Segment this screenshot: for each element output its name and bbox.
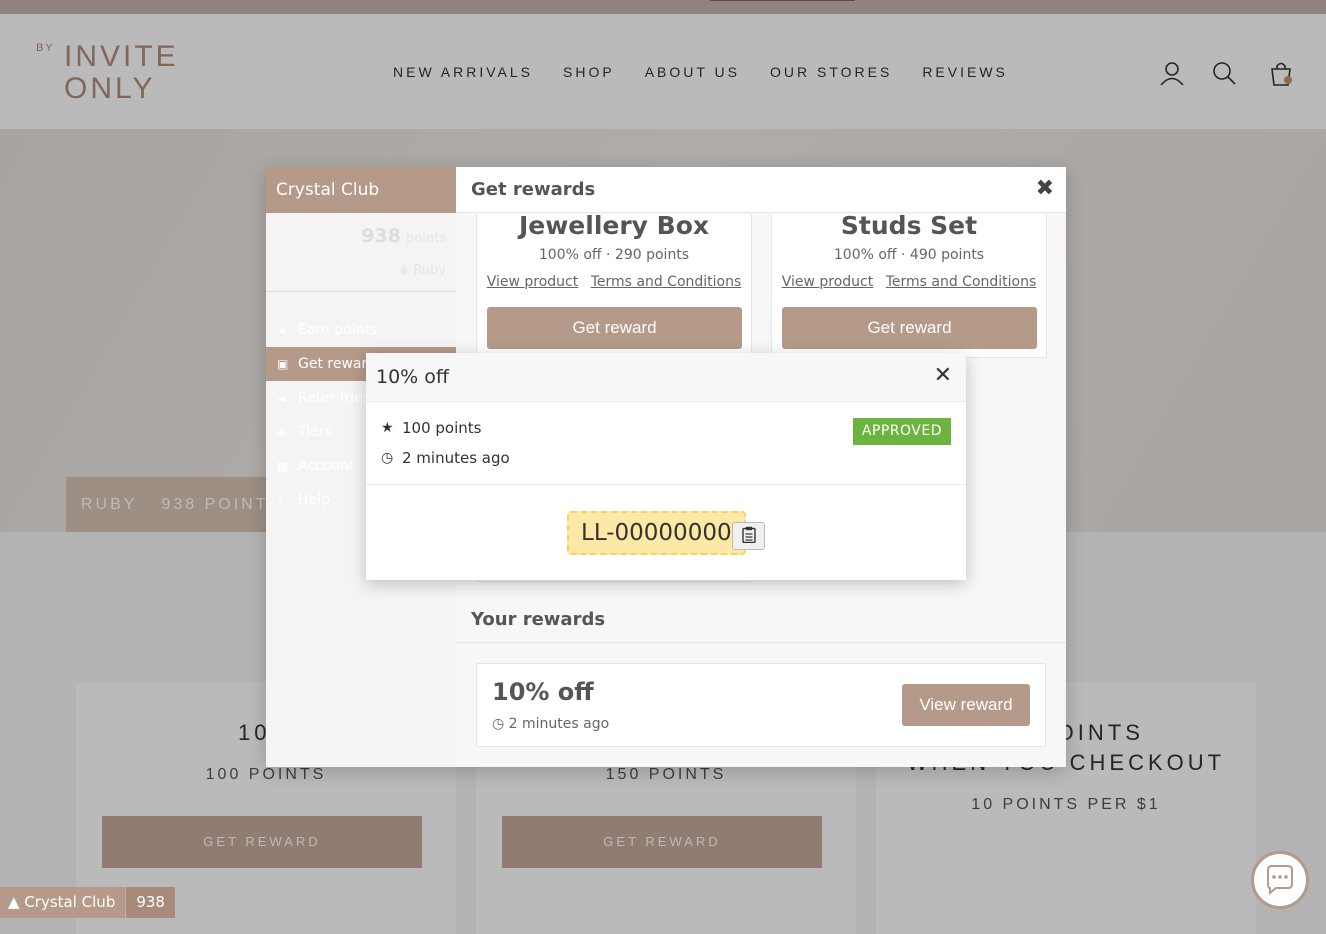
terms-link[interactable]: Terms and Conditions xyxy=(591,274,742,290)
chat-button[interactable] xyxy=(1251,851,1309,909)
close-icon[interactable]: ✖ xyxy=(1036,176,1054,201)
main-title: Get rewards xyxy=(471,179,596,200)
popup-title: 10% off xyxy=(376,366,449,388)
chevron-up-icon: ▲ xyxy=(8,893,20,911)
menu-label: Help xyxy=(298,492,330,508)
terms-link[interactable]: Terms and Conditions xyxy=(886,274,1037,290)
view-product-link[interactable]: View product xyxy=(782,274,874,290)
popup-time: 2 minutes ago xyxy=(402,449,510,467)
reward-title: Studs Set xyxy=(840,211,978,240)
menu-label: Tiers xyxy=(298,424,332,440)
reward-links: View product Terms and Conditions xyxy=(477,274,751,290)
discount-code[interactable]: LL-00000000 xyxy=(567,511,746,555)
clock-icon: ◷ xyxy=(381,450,394,466)
menu-label: Account xyxy=(298,458,355,474)
reward-detail-popup: 10% off ✕ ★ 100 points ◷ 2 minutes ago A… xyxy=(366,353,966,580)
menu-earn-points[interactable]: ★ Earn points xyxy=(266,313,456,347)
launcher-label: ▲ Crystal Club xyxy=(0,887,125,918)
get-reward-button[interactable]: Get reward xyxy=(782,307,1037,349)
points-value: 938 xyxy=(361,225,401,247)
clipboard-icon xyxy=(741,526,756,544)
your-reward-time: ◷ 2 minutes ago xyxy=(492,716,609,732)
menu-label: Earn points xyxy=(298,322,378,338)
reward-title: Jewellery Box xyxy=(518,211,710,240)
launcher-points: 938 xyxy=(125,887,175,918)
sidebar-divider xyxy=(266,291,456,292)
layers-icon: ◈ xyxy=(277,425,287,439)
megaphone-icon: ◄ xyxy=(277,391,287,405)
reward-meta: 100% off · 290 points xyxy=(538,247,690,263)
question-icon: ? xyxy=(277,493,284,507)
popup-divider xyxy=(366,484,966,485)
loyalty-launcher[interactable]: ▲ Crystal Club 938 xyxy=(0,887,175,918)
popup-points-row: ★ 100 points xyxy=(381,419,481,437)
reward-links: View product Terms and Conditions xyxy=(772,274,1046,290)
star-icon: ★ xyxy=(381,420,394,436)
launcher-text: Crystal Club xyxy=(24,893,116,911)
your-reward-title: 10% off xyxy=(492,678,594,706)
widget-tier: ◈ Ruby xyxy=(399,263,446,278)
briefcase-icon: ▩ xyxy=(277,459,289,473)
popup-points: 100 points xyxy=(402,419,482,437)
copy-code-button[interactable] xyxy=(732,522,765,550)
widget-points-balance: 938 points xyxy=(361,225,446,247)
time-text: 2 minutes ago xyxy=(508,716,610,732)
tier-name: Ruby xyxy=(413,263,446,278)
reward-meta: 100% off · 490 points xyxy=(833,247,985,263)
points-unit: points xyxy=(406,231,446,246)
your-rewards-title: Your rewards xyxy=(471,609,606,630)
widget-brand: Crystal Club xyxy=(266,167,456,213)
layers-icon: ◈ xyxy=(399,263,410,278)
your-reward-card: 10% off ◷ 2 minutes ago View reward xyxy=(476,663,1046,747)
reward-card: Studs Set 100% off · 490 points View pro… xyxy=(771,211,1047,358)
status-badge: APPROVED xyxy=(852,418,951,445)
view-product-link[interactable]: View product xyxy=(487,274,579,290)
reward-card: Jewellery Box 100% off · 290 points View… xyxy=(476,211,752,358)
popup-time-row: ◷ 2 minutes ago xyxy=(381,449,510,467)
gift-icon: ▣ xyxy=(277,357,289,371)
view-reward-button[interactable]: View reward xyxy=(902,684,1030,726)
star-icon: ★ xyxy=(277,323,288,337)
section-divider xyxy=(456,642,1066,643)
get-reward-button[interactable]: Get reward xyxy=(487,307,742,349)
widget-main-header: Get rewards ✖ xyxy=(456,167,1066,213)
clock-icon: ◷ xyxy=(492,716,505,732)
close-icon[interactable]: ✕ xyxy=(934,363,952,388)
chat-icon xyxy=(1267,865,1293,896)
popup-header: 10% off ✕ xyxy=(366,353,966,402)
